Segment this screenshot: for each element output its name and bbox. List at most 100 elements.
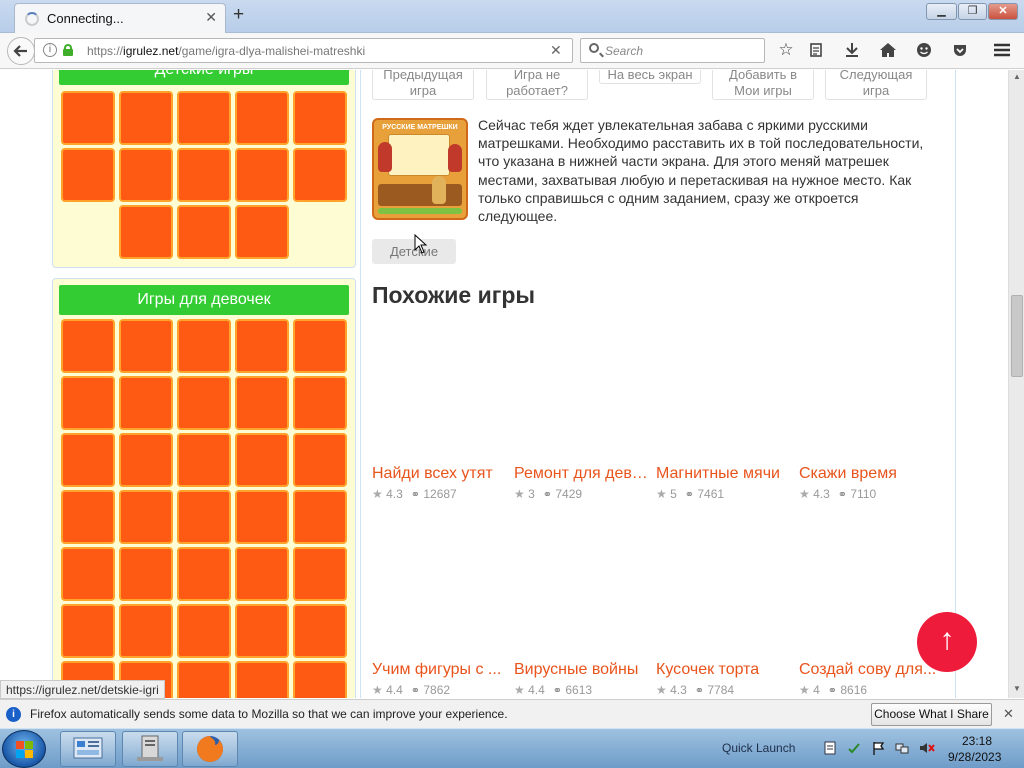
game-thumbnail[interactable]: РУССКИЕ МАТРЕШКИ [372, 118, 468, 220]
game-tile[interactable] [61, 148, 115, 202]
game-tile[interactable] [293, 433, 347, 487]
game-title-link[interactable]: Магнитные мячи [656, 465, 796, 483]
window-maximize-button[interactable]: ❐ [958, 3, 987, 20]
home-icon[interactable] [877, 39, 899, 61]
pocket-icon[interactable] [949, 39, 971, 61]
security-tray-icon[interactable] [847, 741, 861, 755]
game-tile[interactable] [119, 319, 173, 373]
game-tile[interactable] [177, 490, 231, 544]
clock-time[interactable]: 23:18 [962, 734, 992, 748]
hello-chat-icon[interactable] [913, 39, 935, 61]
game-tile[interactable] [119, 376, 173, 430]
menu-hamburger-icon[interactable] [991, 39, 1013, 61]
search-box[interactable]: Search [580, 38, 765, 63]
lock-icon[interactable] [63, 44, 73, 56]
game-tile[interactable] [235, 148, 289, 202]
game-tile[interactable] [235, 433, 289, 487]
game-tile[interactable] [61, 91, 115, 145]
clipboard-tray-icon[interactable] [823, 741, 837, 755]
game-title-link[interactable]: Ремонт для девочки [514, 465, 654, 483]
game-tile[interactable] [119, 91, 173, 145]
game-tile[interactable] [177, 661, 231, 698]
scroll-to-top-button[interactable]: ↑ [917, 612, 977, 672]
game-tile[interactable] [61, 433, 115, 487]
category-title-kids[interactable]: Детские игры [59, 70, 349, 85]
game-title-link[interactable]: Найди всех утят [372, 465, 512, 483]
bookmark-star-icon[interactable]: ☆ [775, 39, 797, 61]
add-to-my-games-button[interactable]: Добавить в Мои игры [712, 70, 814, 100]
game-tile[interactable] [235, 91, 289, 145]
game-tile[interactable] [235, 604, 289, 658]
reading-list-icon[interactable] [805, 39, 827, 61]
volume-muted-icon[interactable] [919, 741, 935, 755]
game-tile[interactable] [177, 205, 231, 259]
scroll-down-arrow-icon[interactable]: ▼ [1013, 684, 1021, 693]
game-title-link[interactable]: Вирусные войны [514, 661, 654, 679]
game-tile[interactable] [119, 148, 173, 202]
taskbar-firefox[interactable] [182, 731, 238, 767]
game-tile[interactable] [235, 547, 289, 601]
taskbar-control-panel[interactable] [60, 731, 116, 767]
stop-loading-icon[interactable]: ✕ [550, 42, 562, 59]
game-tile[interactable] [177, 376, 231, 430]
quick-launch-label[interactable]: Quick Launch [722, 741, 795, 755]
game-tile[interactable] [235, 661, 289, 698]
search-input[interactable]: Search [605, 44, 643, 58]
download-icon[interactable] [841, 39, 863, 61]
game-tile[interactable] [293, 547, 347, 601]
game-tile[interactable] [119, 604, 173, 658]
action-center-flag-icon[interactable] [871, 741, 885, 755]
back-button[interactable] [7, 37, 35, 65]
vertical-scrollbar[interactable]: ▲ ▼ [1008, 70, 1024, 698]
scroll-up-arrow-icon[interactable]: ▲ [1013, 72, 1021, 81]
game-tile[interactable] [119, 490, 173, 544]
game-tile[interactable] [61, 490, 115, 544]
game-tile[interactable] [293, 604, 347, 658]
window-close-button[interactable]: ✕ [988, 3, 1018, 20]
game-tile[interactable] [177, 148, 231, 202]
game-title-link[interactable]: Скажи время [799, 465, 939, 483]
game-tile[interactable] [177, 91, 231, 145]
taskbar-file-manager[interactable] [122, 731, 178, 767]
game-tile[interactable] [177, 319, 231, 373]
game-tile[interactable] [293, 376, 347, 430]
browser-tab[interactable]: Connecting... ✕ [14, 3, 226, 33]
previous-game-button[interactable]: Предыдущая игра [372, 70, 474, 100]
game-tile[interactable] [293, 91, 347, 145]
game-tile[interactable] [235, 490, 289, 544]
game-tile[interactable] [177, 547, 231, 601]
notification-close-icon[interactable]: ✕ [1003, 706, 1014, 722]
start-button[interactable] [2, 730, 46, 768]
game-title-link[interactable]: Кусочек торта [656, 661, 796, 679]
game-not-working-button[interactable]: Игра не работает? [486, 70, 588, 100]
game-tile[interactable] [119, 433, 173, 487]
game-tile[interactable] [235, 376, 289, 430]
game-tile[interactable] [61, 547, 115, 601]
game-tile[interactable] [235, 205, 289, 259]
clock-date[interactable]: 9/28/2023 [948, 750, 1001, 764]
game-tile[interactable] [61, 604, 115, 658]
game-tile[interactable] [177, 604, 231, 658]
game-title-link[interactable]: Учим фигуры с ... [372, 661, 512, 679]
address-bar[interactable]: i https://igrulez.net/game/igra-dlya-mal… [34, 38, 573, 63]
game-tile[interactable] [293, 490, 347, 544]
choose-what-i-share-button[interactable]: Choose What I Share [871, 703, 992, 726]
game-tile[interactable] [293, 319, 347, 373]
next-game-button[interactable]: Следующая игра [825, 70, 927, 100]
game-tile[interactable] [119, 205, 173, 259]
game-tile[interactable] [61, 319, 115, 373]
game-tile[interactable] [177, 433, 231, 487]
tab-close-icon[interactable]: ✕ [205, 9, 217, 26]
game-tile[interactable] [293, 148, 347, 202]
network-tray-icon[interactable] [895, 741, 909, 755]
window-minimize-button[interactable]: ▁ [926, 3, 957, 20]
info-icon[interactable]: i [43, 43, 57, 57]
game-tile[interactable] [235, 319, 289, 373]
game-title-link[interactable]: Создай сову для... [799, 661, 939, 679]
fullscreen-button[interactable]: На весь экран [599, 70, 701, 84]
game-tile[interactable] [293, 661, 347, 698]
game-tile[interactable] [61, 376, 115, 430]
category-title-girls[interactable]: Игры для девочек [59, 285, 349, 315]
scrollbar-thumb[interactable] [1011, 295, 1023, 377]
game-tile[interactable] [119, 547, 173, 601]
